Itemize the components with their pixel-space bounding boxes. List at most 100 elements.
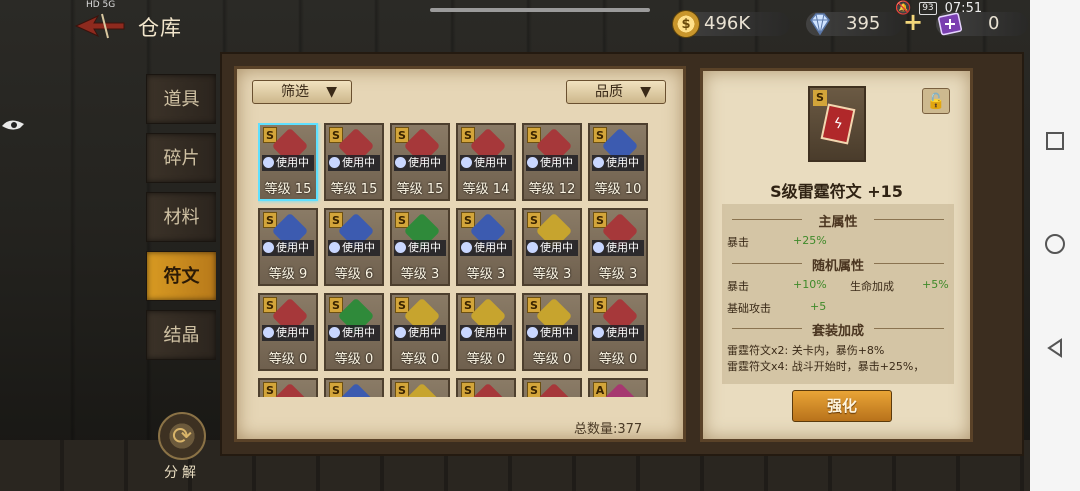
rune-card[interactable]: S 使用中 等级 0 <box>456 293 516 371</box>
level-prefix: 等级 <box>466 352 493 367</box>
level-value: 3 <box>562 267 572 282</box>
rune-level: 等级 0 <box>458 348 514 367</box>
rune-card[interactable]: S 使用中 等级 3 <box>456 208 516 286</box>
rune-card[interactable]: S 使用中 等级 15 <box>258 123 318 201</box>
back-button[interactable] <box>72 10 128 40</box>
enhance-button[interactable]: 强化 <box>792 390 892 422</box>
level-prefix: 等级 <box>598 267 625 282</box>
tab-fragments[interactable]: 碎片 <box>146 133 216 183</box>
level-prefix: 等级 <box>334 267 361 282</box>
rank-badge: S <box>461 297 475 313</box>
main-stat-name: 暴击 <box>727 236 749 249</box>
lock-toggle-button[interactable]: 🔓 <box>922 88 950 114</box>
rune-icon <box>601 382 639 397</box>
rune-card[interactable]: S 使用中 等级 6 <box>324 208 384 286</box>
diamond-icon <box>810 13 830 36</box>
rank-badge: S <box>813 90 827 106</box>
rank-badge: S <box>263 212 277 228</box>
quality-dropdown[interactable]: 品质 ▼ <box>566 80 666 104</box>
rune-level: 等级 0 <box>524 348 580 367</box>
level-value: 0 <box>298 352 308 367</box>
rune-card[interactable]: S <box>522 378 582 397</box>
rank-badge: S <box>329 212 343 228</box>
rune-card[interactable]: A <box>588 378 648 397</box>
level-prefix: 等级 <box>598 352 625 367</box>
rune-card[interactable]: S <box>324 378 384 397</box>
rune-level: 等级 15 <box>392 178 448 197</box>
status-network: HD 5G <box>86 0 116 10</box>
tab-materials[interactable]: 材料 <box>146 192 216 242</box>
random-stat-value: +5% <box>922 278 949 291</box>
level-prefix: 等级 <box>264 182 291 197</box>
set-bonus-line: 雷霆符文x2: 关卡内，暴伤+8% <box>727 344 885 357</box>
level-prefix: 等级 <box>466 267 493 282</box>
add-gems-button[interactable]: + <box>902 10 924 34</box>
rune-card[interactable]: S 使用中 等级 3 <box>588 208 648 286</box>
rank-badge: S <box>593 297 607 313</box>
rune-card[interactable]: S 使用中 等级 9 <box>258 208 318 286</box>
hero-avatar-icon <box>527 327 538 338</box>
rune-card[interactable]: S 使用中 等级 0 <box>390 293 450 371</box>
rune-card[interactable]: S <box>456 378 516 397</box>
back-arrow-icon <box>74 13 125 39</box>
main-stat-title: 主属性 <box>722 211 954 230</box>
rune-level: 等级 15 <box>260 178 316 197</box>
level-prefix: 等级 <box>334 352 361 367</box>
rune-level: 等级 12 <box>524 178 580 197</box>
rune-card[interactable]: S <box>258 378 318 397</box>
level-prefix: 等级 <box>532 267 559 282</box>
rank-badge: A <box>593 382 607 397</box>
rune-level: 等级 15 <box>326 178 382 197</box>
filter-dropdown[interactable]: 筛选 ▼ <box>252 80 352 104</box>
rune-card[interactable]: S 使用中 等级 0 <box>522 293 582 371</box>
hero-avatar-icon <box>329 242 340 253</box>
rank-badge: S <box>461 212 475 228</box>
gem-currency: 395 + <box>806 10 923 38</box>
rune-card[interactable]: S 使用中 等级 0 <box>324 293 384 371</box>
nav-back-button[interactable] <box>1045 338 1065 358</box>
rune-card[interactable]: S 使用中 等级 12 <box>522 123 582 201</box>
home-button[interactable] <box>1045 234 1065 254</box>
quality-label: 品质 <box>595 84 623 100</box>
rank-badge: S <box>527 382 541 397</box>
level-value: 10 <box>624 182 642 197</box>
random-stat-name: 基础攻击 <box>727 302 771 315</box>
ticket-currency: 0 + <box>936 10 1051 38</box>
rune-card[interactable]: S 使用中 等级 14 <box>456 123 516 201</box>
rune-card[interactable]: S 使用中 等级 15 <box>324 123 384 201</box>
rune-card[interactable]: S 使用中 等级 0 <box>258 293 318 371</box>
recent-apps-button[interactable] <box>1046 132 1064 150</box>
decompose-button[interactable]: ⟳ 分解 <box>156 412 208 482</box>
tab-items[interactable]: 道具 <box>146 74 216 124</box>
gold-currency: 496K $ <box>672 10 790 38</box>
rune-card[interactable]: S 使用中 等级 3 <box>522 208 582 286</box>
rune-card[interactable]: S <box>390 378 450 397</box>
rune-card[interactable]: S 使用中 等级 10 <box>588 123 648 201</box>
decompose-label: 分解 <box>164 465 200 481</box>
level-value: 0 <box>364 352 374 367</box>
rune-level: 等级 3 <box>458 263 514 282</box>
rank-badge: S <box>263 297 277 313</box>
level-prefix: 等级 <box>462 182 489 197</box>
level-value: 15 <box>426 182 444 197</box>
rank-badge: S <box>395 382 409 397</box>
random-stat-value: +10% <box>793 278 827 291</box>
rune-card[interactable]: S 使用中 等级 15 <box>390 123 450 201</box>
rune-level: 等级 3 <box>590 263 646 282</box>
chevron-down-icon: ▼ <box>326 84 337 100</box>
level-value: 9 <box>298 267 308 282</box>
hero-avatar-icon <box>263 157 274 168</box>
rune-icon <box>403 382 441 397</box>
rune-card[interactable]: S 使用中 等级 3 <box>390 208 450 286</box>
rune-grid: S 使用中 等级 15 S 使用中 等级 15 S 使用中 等级 15 S 使用中 等级 14 S 使用中… <box>258 123 658 397</box>
hero-avatar-icon <box>461 327 472 338</box>
rune-level: 等级 0 <box>260 348 316 367</box>
level-value: 3 <box>628 267 638 282</box>
level-prefix: 等级 <box>400 267 427 282</box>
rank-badge: S <box>461 382 475 397</box>
rune-level: 等级 14 <box>458 178 514 197</box>
tab-runes[interactable]: 符文 <box>146 251 216 301</box>
tab-crystals[interactable]: 结晶 <box>146 310 216 360</box>
rune-card[interactable]: S 使用中 等级 0 <box>588 293 648 371</box>
level-prefix: 等级 <box>396 182 423 197</box>
